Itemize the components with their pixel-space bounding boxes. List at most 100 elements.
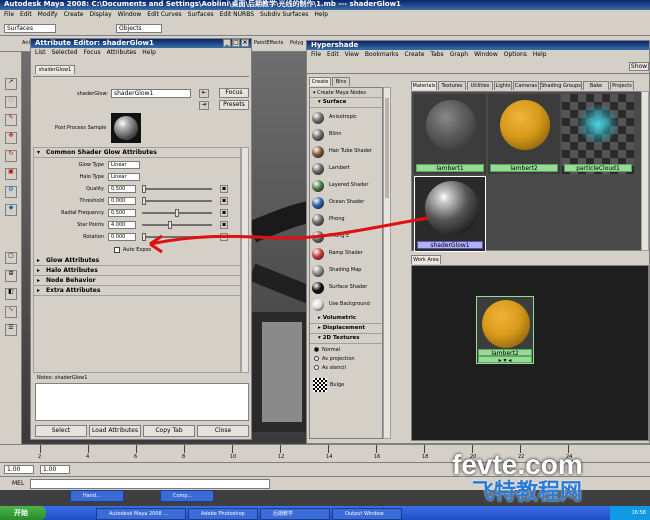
start-button[interactable]: 开始 (0, 506, 46, 520)
taskbar-item-maya[interactable]: Autodesk Maya 2008 ... (96, 508, 186, 520)
ae-menu-list[interactable]: List (35, 49, 46, 56)
section-halo-attributes[interactable]: ▸ Halo Attributes (34, 266, 240, 276)
map-button-icon[interactable]: ▪ (220, 209, 228, 217)
ae-menu-attributes[interactable]: Attributes (107, 49, 137, 56)
create-nodes-dropdown[interactable]: ▾ Create Maya Nodes (310, 88, 382, 98)
maya-menu-modify[interactable]: Modify (38, 11, 58, 18)
radio-as-stencil[interactable]: As stencil (314, 364, 346, 372)
output-connection-icon[interactable]: ⇥ (199, 101, 209, 110)
tab-materials[interactable]: Materials (411, 81, 437, 90)
maya-menu-surfaces[interactable]: Surfaces (188, 11, 214, 18)
map-button-icon[interactable]: ▪ (220, 233, 228, 241)
maximize-icon[interactable]: □ (232, 39, 240, 47)
hypershade-title-bar[interactable]: Hypershade (307, 41, 649, 50)
lasso-tool-icon[interactable]: ◌ (5, 96, 17, 108)
shader-name-field[interactable]: shaderGlow1 (111, 89, 191, 98)
attr-slider-radial-frequency[interactable] (142, 209, 212, 217)
node-lambert[interactable]: Lambert (312, 161, 380, 177)
map-button-icon[interactable]: ▪ (220, 185, 228, 193)
hypershade-menu-file[interactable]: File (311, 51, 321, 58)
maya-menu-display[interactable]: Display (90, 11, 112, 18)
section-extra-attributes[interactable]: ▸ Extra Attributes (34, 286, 240, 296)
layout-outliner-icon[interactable]: ☰ (5, 324, 17, 336)
copy-tab-button[interactable]: Copy Tab (143, 425, 195, 437)
radio-button-icon[interactable] (314, 356, 319, 361)
node-ramp-shader[interactable]: Ramp Shader (312, 246, 380, 262)
layout-four-icon[interactable]: ⊞ (5, 270, 17, 282)
slider-thumb[interactable] (168, 221, 173, 229)
radio-normal[interactable]: Normal (314, 346, 340, 354)
layout-side-icon[interactable]: ◧ (5, 288, 17, 300)
hypershade-menu-window[interactable]: Window (474, 51, 498, 58)
show-button[interactable]: Show (629, 62, 649, 71)
tab-shaderglow1[interactable]: shaderGlow1 (35, 65, 75, 74)
minimized-comp-window[interactable]: Comp... (160, 490, 214, 502)
node-section-displacement[interactable]: ▸ Displacement (310, 324, 382, 334)
surface-section-header[interactable]: ▾ Surface (310, 98, 382, 108)
node-phong-e[interactable]: Phong E (312, 229, 380, 245)
tab-create[interactable]: Create (309, 77, 331, 86)
select-tool-icon[interactable]: ➚ (5, 78, 17, 90)
attr-field-threshold[interactable]: 0.000 (108, 197, 136, 205)
maya-menu-create[interactable]: Create (64, 11, 84, 18)
hypershade-menu-bookmarks[interactable]: Bookmarks (365, 51, 399, 58)
start-time-field[interactable]: 1.00 (4, 465, 34, 474)
taskbar-item-photoshop[interactable]: Adobe Photoshop (188, 508, 258, 520)
hypershade-menu-create[interactable]: Create (404, 51, 424, 58)
maya-menu-edit-nurbs[interactable]: Edit NURBS (220, 11, 254, 18)
node-phong[interactable]: Phong (312, 212, 380, 228)
node-shading-map[interactable]: Shading Map (312, 263, 380, 279)
rotate-tool-icon[interactable]: ↻ (5, 150, 17, 162)
playback-start-field[interactable]: 1.00 (40, 465, 70, 474)
minimize-icon[interactable]: _ (223, 39, 231, 47)
attr-field-quality[interactable]: 0.500 (108, 185, 136, 193)
tab-work-area[interactable]: Work Area (411, 255, 441, 264)
input-connection-icon[interactable]: ⇤ (199, 89, 209, 98)
select-button[interactable]: Select (35, 425, 87, 437)
node-hair-tube-shader[interactable]: Hair Tube Shader (312, 144, 380, 160)
attr-slider-rotation[interactable] (142, 233, 212, 241)
attr-field-rotation[interactable]: 0.000 (108, 233, 136, 241)
focus-button[interactable]: Focus (219, 88, 249, 98)
taskbar-item-folder[interactable]: 后期教学 (260, 508, 330, 520)
map-button-icon[interactable]: ▪ (220, 221, 228, 229)
node-use-background[interactable]: Use Background (312, 297, 380, 313)
tab-shading-groups[interactable]: Shading Groups (540, 81, 582, 90)
attr-field-halo-type[interactable]: Linear (108, 173, 140, 181)
attr-slider-threshold[interactable] (142, 197, 212, 205)
maya-menu-file[interactable]: File (4, 11, 14, 18)
hypershade-menu-edit[interactable]: Edit (327, 51, 339, 58)
manipulator-tool-icon[interactable]: ⚙ (5, 186, 17, 198)
tab-bins[interactable]: Bins (332, 77, 350, 86)
map-button-icon[interactable]: ▪ (220, 197, 228, 205)
minimized-hand-window[interactable]: Hand... (70, 490, 124, 502)
hypershade-menu-help[interactable]: Help (533, 51, 547, 58)
ae-menu-selected[interactable]: Selected (52, 49, 78, 56)
notes-field[interactable] (35, 383, 249, 421)
close-button[interactable]: Close (197, 425, 249, 437)
attr-slider-quality[interactable] (142, 185, 212, 193)
maya-menu-window[interactable]: Window (118, 11, 142, 18)
slider-thumb[interactable] (175, 209, 179, 217)
tab-lights[interactable]: Lights (494, 81, 512, 90)
shelf-tab-painteffects[interactable]: PaintEffects (254, 40, 283, 46)
work-lambert2-ports[interactable]: ▸ ▾ ◂ (478, 356, 532, 364)
close-icon[interactable]: × (241, 39, 249, 47)
selection-field[interactable]: Objects (116, 24, 162, 33)
attr-slider-star-points[interactable] (142, 221, 212, 229)
slider-thumb[interactable] (142, 233, 146, 241)
material-swatch-particlecloud1[interactable]: particleCloud1 (562, 94, 634, 174)
ae-scrollbar[interactable] (241, 147, 249, 373)
mode-dropdown[interactable]: Surfaces (4, 24, 56, 33)
radio-button-icon[interactable] (314, 365, 319, 370)
radio-as-projection[interactable]: As projection (314, 355, 355, 363)
material-swatch-lambert1[interactable]: lambert1 (414, 94, 486, 174)
presets-button[interactable]: Presets (219, 100, 249, 110)
attr-field-radial-frequency[interactable]: 0.500 (108, 209, 136, 217)
taskbar-item-output-window[interactable]: Output Window (332, 508, 402, 520)
node-anisotropic[interactable]: Anisotropic (312, 110, 380, 126)
maya-menu-edit[interactable]: Edit (20, 11, 32, 18)
node-ocean-shader[interactable]: Ocean Shader (312, 195, 380, 211)
radio-button-icon[interactable] (314, 347, 319, 352)
hypershade-menu-options[interactable]: Options (504, 51, 527, 58)
